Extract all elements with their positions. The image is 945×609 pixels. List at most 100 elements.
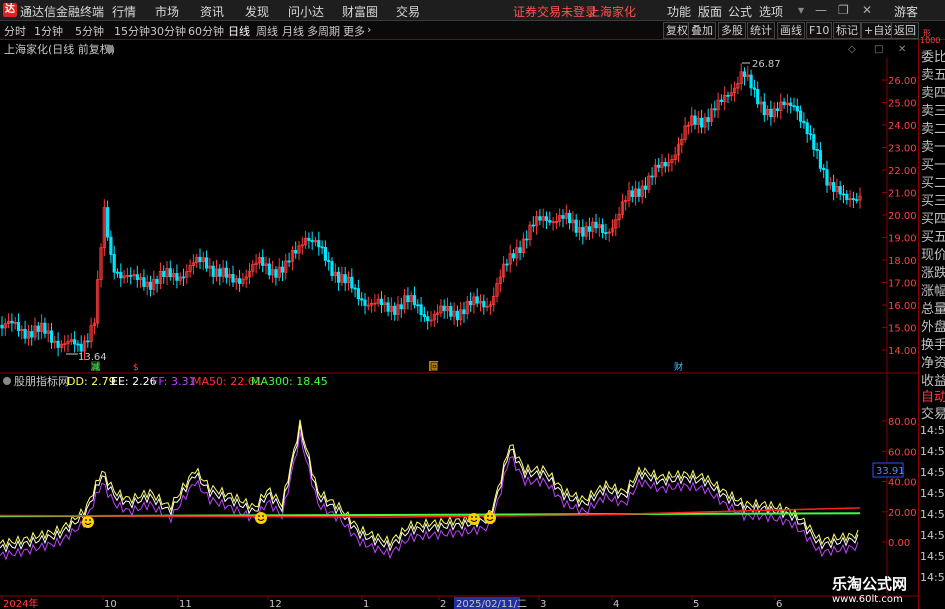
panel-maximize-icon[interactable]: □ — [874, 44, 883, 55]
panel-option-icon[interactable]: ◇ — [848, 44, 856, 55]
main-y-tick-label: 23.00 — [888, 144, 917, 155]
candle-body — [267, 263, 271, 276]
candle-body — [231, 274, 235, 283]
candle-body — [713, 108, 717, 111]
candle-body — [643, 185, 648, 190]
candle-body — [782, 101, 786, 106]
x-label: 11 — [179, 599, 192, 609]
x-label: 6 — [776, 599, 782, 609]
panel-close-icon[interactable]: ✕ — [898, 44, 906, 55]
main-y-tick-label: 25.00 — [888, 99, 917, 110]
candle-body — [838, 186, 842, 195]
quote-row-label: 净资 — [921, 356, 945, 371]
x-label: 5 — [693, 599, 699, 609]
tick-time: 14:56 — [920, 445, 945, 458]
watermark: 乐淘公式网 www.60lt.com — [832, 573, 918, 605]
candle-body — [845, 193, 849, 201]
trade-label[interactable]: 交易 — [921, 403, 945, 422]
candle-body — [317, 240, 321, 248]
quote-side-panel: 形 1000 委比 卖五 卖四 卖三 卖二 卖一 买一 买二 买三 买四 买五 现价 涨跌 涨幅 总量 外盘换… — [918, 29, 945, 609]
candle-body — [442, 305, 446, 312]
candle-body — [752, 87, 757, 90]
main-y-tick-label: 24.00 — [888, 121, 917, 132]
candle-body — [49, 330, 54, 343]
smiley-signal-icon — [255, 512, 267, 524]
quote-row-label: 买一 — [921, 158, 945, 173]
main-chart-title: 上海家化(日线 前复权) — [4, 42, 115, 56]
indicator-ma300: MA300: 18.45 — [251, 375, 328, 388]
candle-body — [327, 259, 331, 263]
tick-time: 14:56 — [920, 466, 945, 479]
candle-body — [475, 296, 479, 304]
candle-body — [416, 304, 420, 307]
smiley-signal-icon — [468, 513, 480, 525]
candle-body — [23, 328, 27, 339]
candle-body — [155, 278, 159, 284]
indicator-y-tick-label: 0.00 — [888, 538, 910, 549]
candle-body — [574, 219, 578, 233]
candle-body — [218, 268, 222, 277]
candle-body — [353, 287, 357, 290]
x-label: 3 — [540, 599, 546, 609]
candle-body — [237, 278, 242, 284]
settings-circle-icon[interactable] — [106, 45, 114, 53]
x-label: 1 — [363, 599, 369, 609]
ee-line — [0, 424, 859, 554]
quote-row-label: 买二 — [921, 176, 945, 191]
candle-body — [16, 321, 21, 331]
candle-body — [393, 305, 397, 315]
candle-body — [630, 190, 634, 197]
event-marker-finance[interactable]: 财 — [674, 361, 683, 373]
candle-body — [581, 227, 585, 237]
main-y-tick-label: 17.00 — [888, 279, 917, 290]
quote-row-label: 卖五 — [921, 68, 945, 83]
smiley-signal-icon — [484, 512, 496, 524]
candle-body — [109, 236, 113, 255]
dd-line — [0, 419, 859, 549]
event-marker-dividend[interactable]: $ — [133, 363, 139, 373]
candle-body — [742, 71, 747, 77]
candle-body — [604, 232, 608, 234]
tick-time: 14:56 — [920, 529, 945, 542]
candle-body — [808, 133, 813, 136]
candle-body — [412, 295, 417, 306]
candle-body — [775, 108, 780, 111]
candle-body — [356, 288, 361, 300]
tick-time: 14:56 — [920, 424, 945, 437]
quote-row-label: 卖四 — [921, 86, 945, 101]
candle-body — [663, 161, 667, 167]
x-label: 12 — [269, 599, 282, 609]
indicator-name[interactable]: 股朋指标网 — [14, 374, 69, 388]
event-marker-return[interactable]: 回 — [430, 362, 439, 373]
candle-body — [379, 298, 384, 306]
candle-body — [795, 105, 799, 112]
candle-body — [43, 322, 47, 334]
candle-body — [700, 117, 704, 128]
kline-chart[interactable]: 上海家化(日线 前复权) ◇ □ ✕ 26.00 25.00 24.00 23.00 2… — [0, 0, 918, 609]
candle-body — [650, 175, 654, 178]
candle-body — [601, 224, 605, 233]
candle-body — [135, 274, 139, 281]
candle-body — [799, 110, 803, 122]
indicator-y-tick-label: 20.00 — [888, 508, 917, 519]
candle-body — [168, 268, 172, 278]
main-y-tick-label: 26.00 — [888, 76, 917, 87]
candle-body — [386, 302, 390, 312]
candle-body — [561, 215, 565, 219]
candle-body — [86, 340, 90, 343]
x-label: 4 — [613, 599, 619, 609]
x-label: 10 — [104, 599, 117, 609]
candle-body — [360, 298, 364, 301]
candle-body — [832, 182, 836, 192]
candle-body — [287, 260, 291, 263]
main-y-tick-label: 16.00 — [888, 301, 917, 312]
candle-body — [505, 263, 509, 266]
indicator-settings-icon[interactable] — [3, 377, 11, 385]
candle-body — [310, 240, 314, 243]
event-marker-reduce[interactable]: 减 — [91, 361, 100, 373]
x-label: 2025/02/11/二 — [456, 599, 527, 609]
candle-body — [79, 343, 83, 352]
time-axis: 2024年 10 11 12 1 2 2025/02/11/二 3 4 5 6 — [1, 596, 782, 609]
candle-body — [112, 254, 116, 273]
candle-body — [330, 261, 334, 277]
